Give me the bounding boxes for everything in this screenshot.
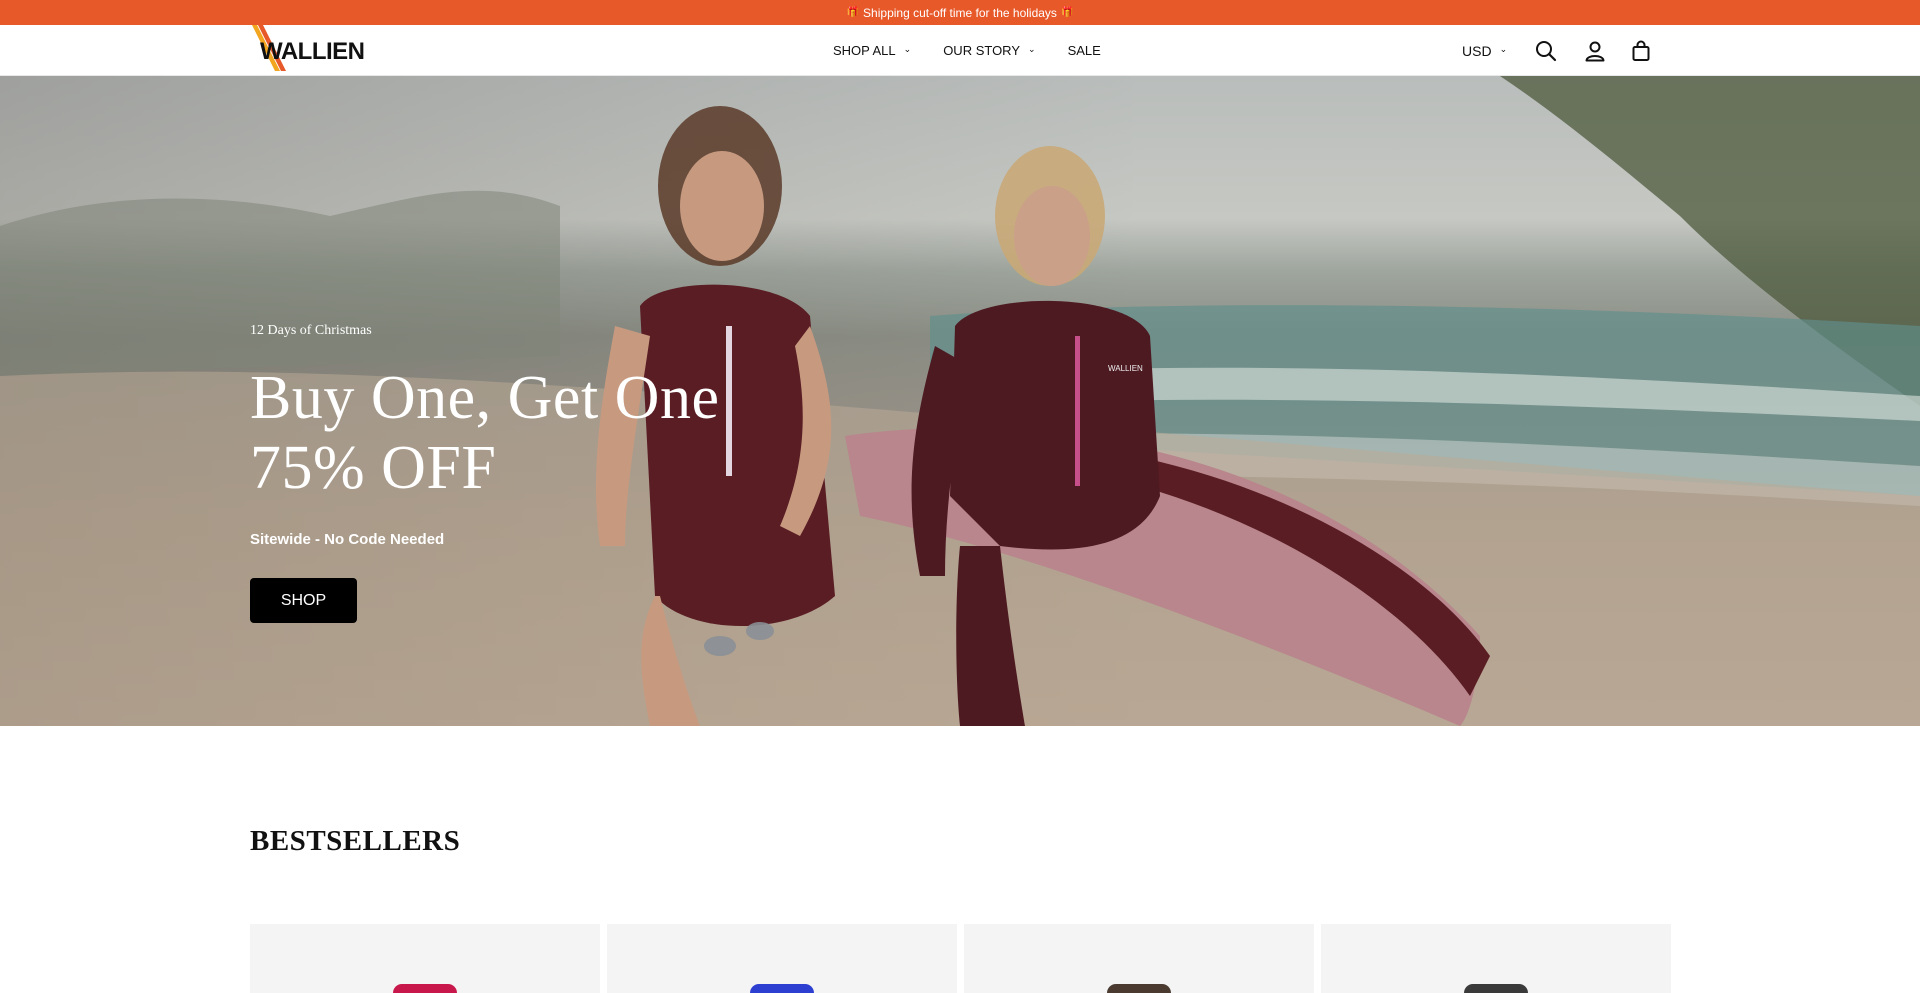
chevron-down-icon: ⌄: [903, 44, 912, 54]
hero-banner: WALLIEN 12 Days of Christmas Buy One, Ge…: [0, 76, 1920, 726]
announcement-text[interactable]: Shipping cut-off time for the holidays: [863, 6, 1057, 20]
shop-button[interactable]: SHOP: [250, 578, 357, 623]
nav-shop-all[interactable]: SHOP ALL ⌄: [833, 43, 911, 58]
account-icon[interactable]: [1582, 38, 1608, 64]
logo[interactable]: WALLIEN: [250, 25, 370, 76]
nav-sale[interactable]: SALE: [1068, 43, 1101, 58]
hero-eyebrow: 12 Days of Christmas: [250, 323, 372, 338]
cart-icon[interactable]: [1628, 38, 1654, 64]
bestsellers-heading: BESTSELLERS: [250, 825, 461, 857]
chevron-down-icon: ⌄: [1499, 44, 1508, 54]
main-nav: SHOP ALL ⌄ OUR STORY ⌄ SALE: [833, 25, 1101, 76]
currency-selector[interactable]: USD ⌄: [1462, 25, 1507, 76]
product-card[interactable]: [607, 924, 957, 993]
site-header: WALLIEN SHOP ALL ⌄ OUR STORY ⌄ SALE USD …: [0, 25, 1920, 76]
nav-label: SALE: [1067, 43, 1101, 58]
product-card[interactable]: [964, 924, 1314, 993]
nav-label: OUR STORY: [943, 43, 1021, 58]
product-image: [1107, 984, 1171, 993]
product-card[interactable]: [1321, 924, 1671, 993]
gift-icon: 🎁: [1060, 7, 1074, 18]
gift-icon: 🎁: [846, 7, 860, 18]
nav-label: SHOP ALL: [833, 43, 896, 58]
logo-wordmark: WALLIEN: [260, 38, 365, 65]
product-image: [750, 984, 814, 993]
hero-content: 12 Days of Christmas Buy One, Get One 75…: [250, 323, 719, 623]
search-icon[interactable]: [1533, 38, 1559, 64]
product-card[interactable]: [250, 924, 600, 993]
chevron-down-icon: ⌄: [1028, 44, 1036, 54]
hero-headline: Buy One, Get One 75% OFF: [250, 363, 719, 503]
hero-headline-line1: Buy One, Get One: [250, 364, 720, 432]
announcement-bar[interactable]: 🎁 Shipping cut-off time for the holidays…: [0, 0, 1920, 25]
currency-label: USD: [1462, 42, 1492, 59]
hero-subhead: Sitewide - No Code Needed: [250, 531, 445, 548]
nav-our-story[interactable]: OUR STORY ⌄: [943, 43, 1035, 58]
bestsellers-grid: [250, 924, 1671, 993]
product-image: [1464, 984, 1528, 993]
product-image: [393, 984, 457, 993]
suit-logo: WALLIEN: [1108, 364, 1143, 373]
hero-headline-line2: 75% OFF: [250, 434, 497, 502]
